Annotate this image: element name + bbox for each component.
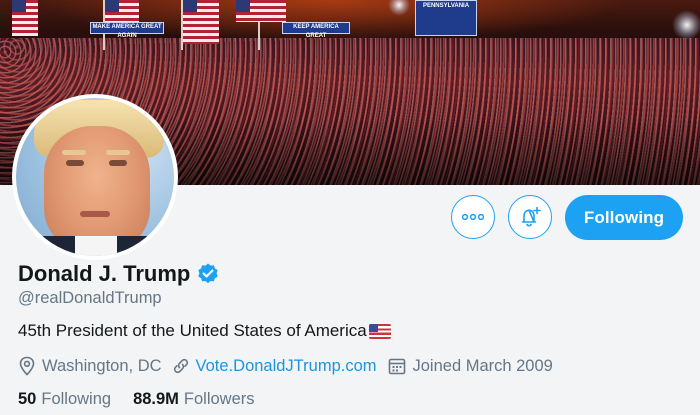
followers-stat[interactable]: 88.9M Followers [133,390,254,409]
us-flag-decoration [105,0,139,24]
verified-badge-icon [198,263,219,284]
avatar-brow [106,150,130,155]
us-flag-decoration [236,0,286,22]
followers-count: 88.9M [133,390,179,408]
profile-joined: Joined March 2009 [387,356,553,376]
profile-handle: @realDonaldTrump [18,289,162,307]
more-dots-icon [462,214,484,220]
joined-text: Joined March 2009 [412,356,553,375]
avatar-suit [26,236,166,256]
link-icon [173,358,188,374]
profile-name-row: Donald J. Trump [18,260,220,288]
profile-location: Washington, DC [18,356,162,376]
notifications-button[interactable] [508,195,552,239]
stage-light [388,0,410,16]
avatar-photo [16,98,174,256]
bio-text: 45th President of the United States of A… [18,321,367,340]
more-options-button[interactable] [451,195,495,239]
avatar-face [44,126,150,252]
stage-light [672,10,700,40]
profile-avatar[interactable] [12,94,178,260]
avatar-brow [62,150,86,155]
rally-sign-pennsylvania: PENNSYLVANIA [415,0,477,36]
profile-website[interactable]: Vote.DonaldJTrump.com [172,357,377,376]
following-stat[interactable]: 50 Following [18,390,111,409]
bell-plus-icon [521,206,541,227]
following-stat-label: Following [41,390,112,408]
rally-sign: MAKE AMERICA GREAT AGAIN [90,22,164,39]
avatar-eye [109,160,127,166]
avatar-eye [66,160,84,166]
following-count: 50 [18,390,37,408]
followers-stat-label: Followers [183,390,255,408]
rally-sign: KEEP AMERICA GREAT [282,22,350,39]
profile-stats: 50 Following 88.9M Followers [18,390,277,409]
location-pin-icon [19,356,35,376]
calendar-icon [388,358,405,375]
avatar-mouth [80,211,110,217]
profile-bio: 45th President of the United States of A… [18,321,391,341]
website-link[interactable]: Vote.DonaldJTrump.com [196,357,377,376]
us-flag-emoji [368,323,391,339]
us-flag-decoration [12,0,38,36]
us-flag-decoration [183,0,219,44]
following-button[interactable]: Following [565,195,683,240]
location-text: Washington, DC [42,356,162,375]
profile-meta: Washington, DC Vote.DonaldJTrump.com Joi… [18,354,563,378]
profile-name: Donald J. Trump [18,261,191,286]
